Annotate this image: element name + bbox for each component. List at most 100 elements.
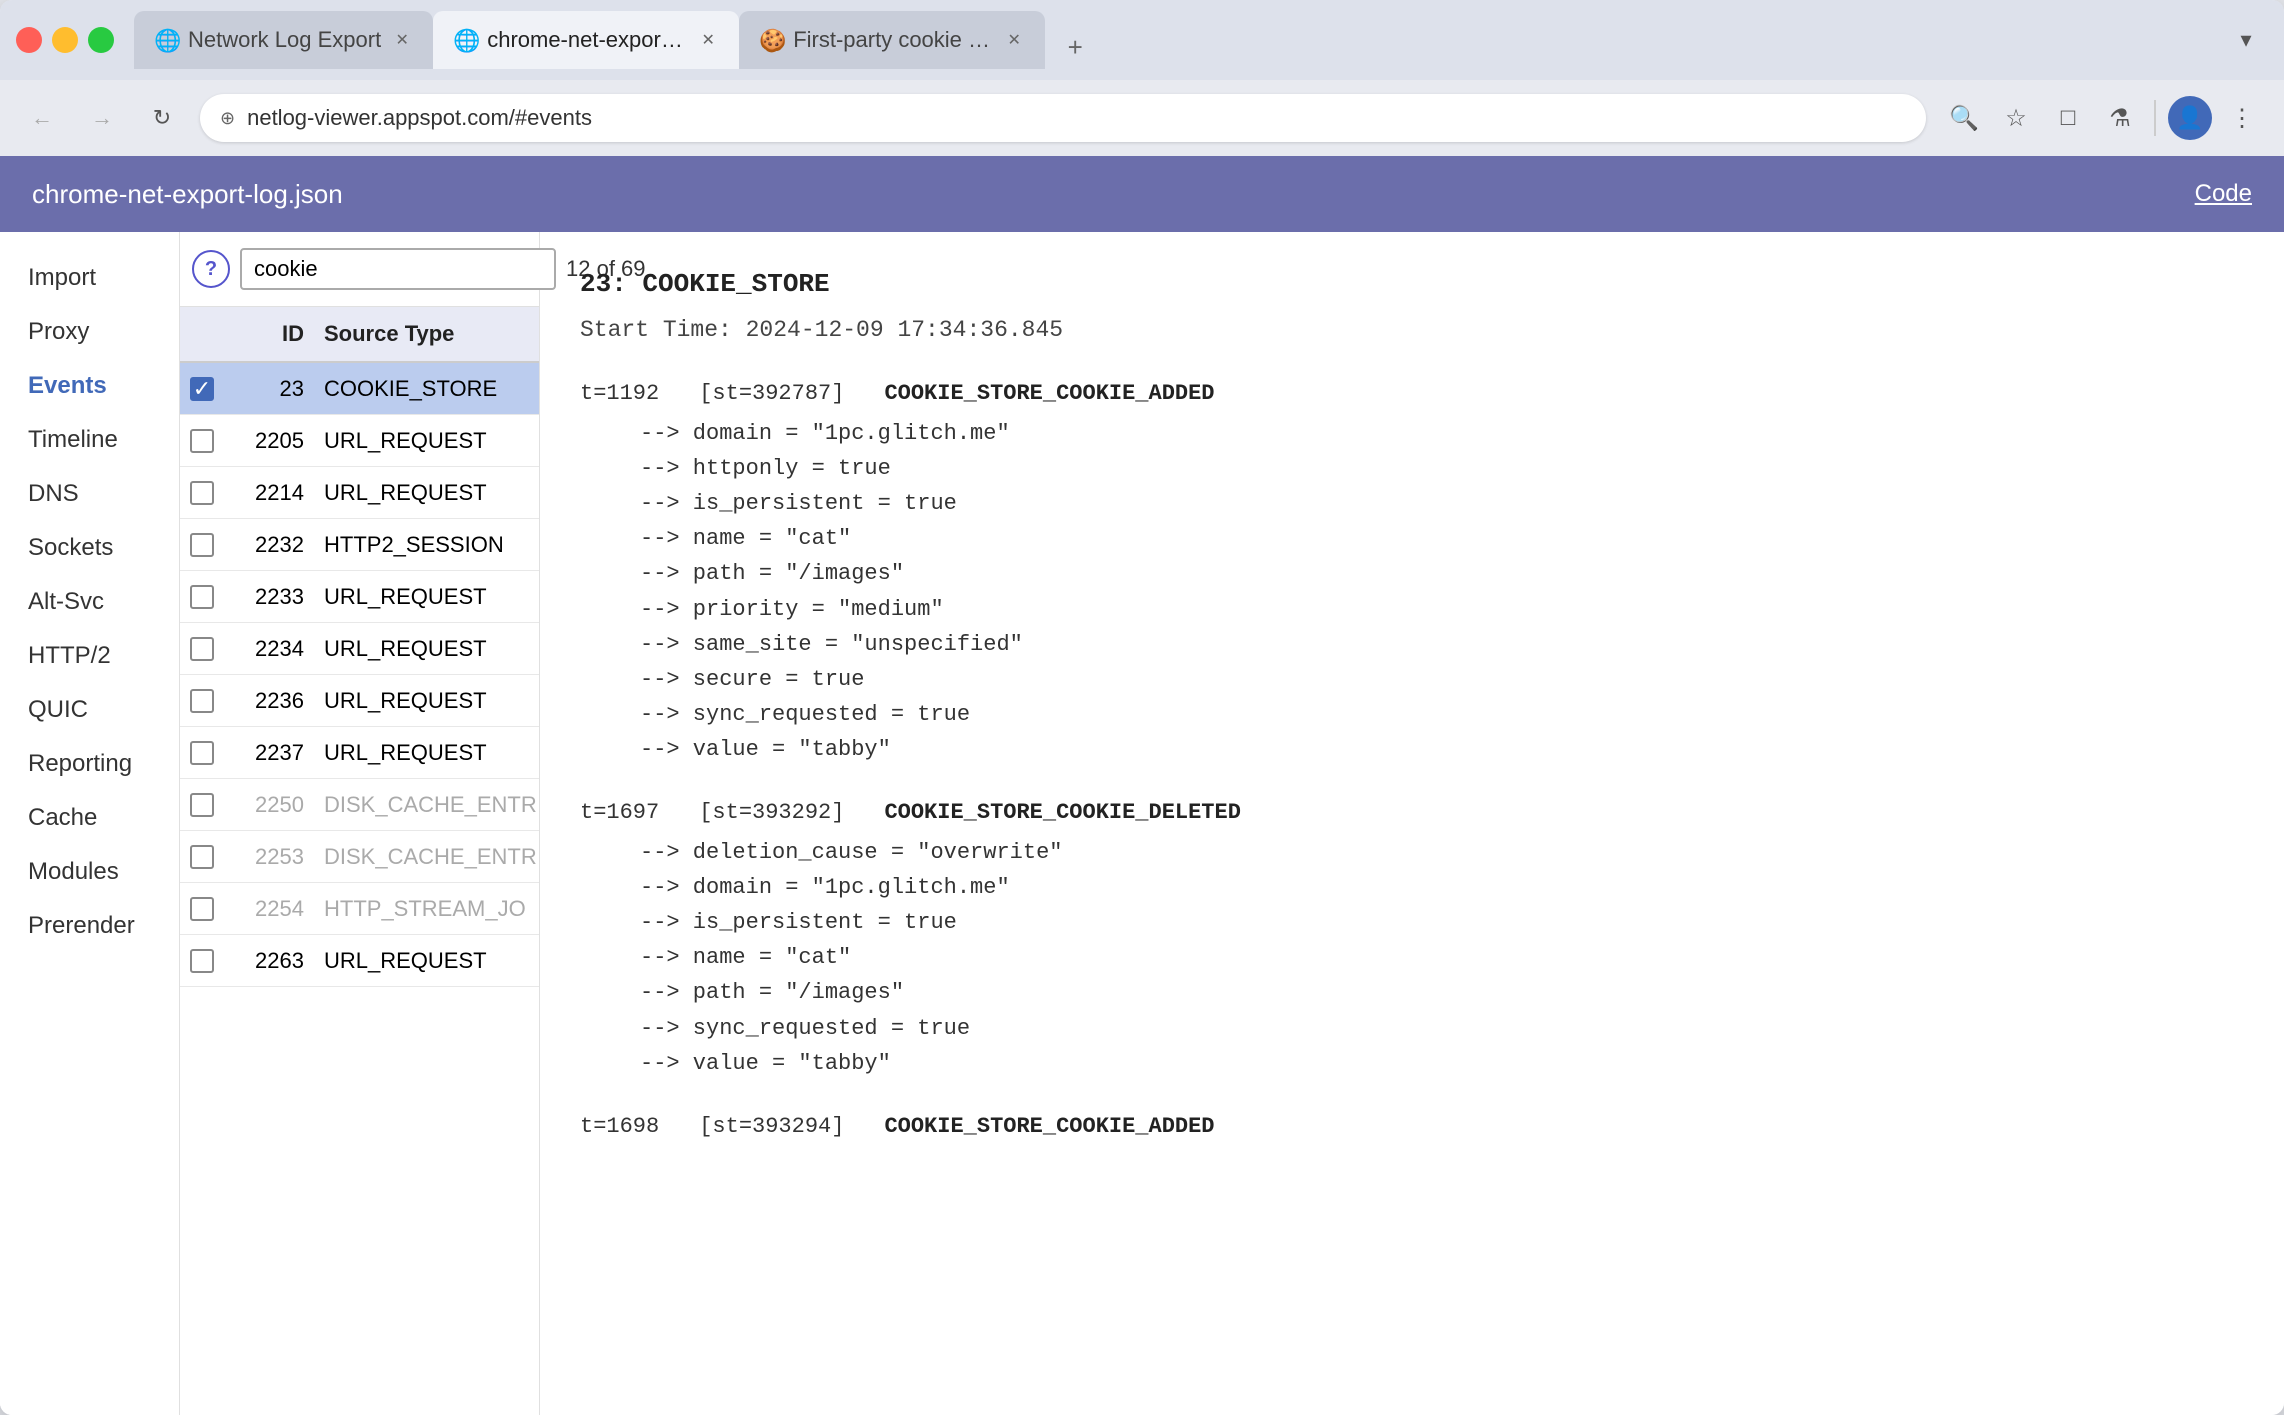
- table-row[interactable]: 2236 URL_REQUEST: [180, 675, 539, 727]
- sidebar-item-http2[interactable]: HTTP/2: [0, 630, 179, 682]
- row-checkbox[interactable]: ✓: [180, 371, 224, 407]
- title-bar: 🌐 Network Log Export ✕ 🌐 chrome-net-expo…: [0, 0, 2284, 80]
- row-type: URL_REQUEST: [314, 682, 539, 720]
- events-panel: ? 12 of 69 ID Source Type ✓ 23 COOKIE_ST…: [180, 232, 540, 1415]
- row-id: 2233: [224, 578, 314, 616]
- row-checkbox[interactable]: [180, 891, 224, 927]
- tab-2-close[interactable]: ✕: [697, 29, 719, 51]
- log-line: --> value = "tabby": [580, 732, 2244, 767]
- row-checkbox[interactable]: [180, 683, 224, 719]
- tab-3-close[interactable]: ✕: [1003, 29, 1025, 51]
- log-line: --> priority = "medium": [580, 592, 2244, 627]
- forward-button[interactable]: →: [80, 96, 124, 140]
- col-id: ID: [224, 317, 314, 351]
- table-row[interactable]: 2232 HTTP2_SESSION: [180, 519, 539, 571]
- log-line: --> domain = "1pc.glitch.me": [580, 416, 2244, 451]
- row-checkbox[interactable]: [180, 943, 224, 979]
- profile-button[interactable]: 👤: [2168, 96, 2212, 140]
- log-time-3: t=1698: [580, 1109, 659, 1144]
- tab-network-log-export[interactable]: 🌐 Network Log Export ✕: [134, 11, 433, 69]
- new-tab-button[interactable]: +: [1053, 25, 1097, 69]
- row-checkbox[interactable]: [180, 735, 224, 771]
- search-input[interactable]: [240, 248, 556, 290]
- sidebar-item-events[interactable]: Events: [0, 360, 179, 412]
- row-checkbox[interactable]: [180, 787, 224, 823]
- log-time-2: t=1697: [580, 795, 659, 830]
- table-row[interactable]: 2214 URL_REQUEST: [180, 467, 539, 519]
- log-line: --> value = "tabby": [580, 1046, 2244, 1081]
- log-line: --> is_persistent = true: [580, 905, 2244, 940]
- sidebar-item-prerender[interactable]: Prerender: [0, 900, 179, 952]
- row-checkbox[interactable]: [180, 631, 224, 667]
- log-event-1: COOKIE_STORE_COOKIE_ADDED: [884, 376, 1214, 411]
- log-line: --> name = "cat": [580, 521, 2244, 556]
- app-title: chrome-net-export-log.json: [32, 179, 2195, 210]
- row-type: HTTP2_SESSION: [314, 526, 539, 564]
- log-event-3: COOKIE_STORE_COOKIE_ADDED: [884, 1109, 1214, 1144]
- sidebar-item-quic[interactable]: QUIC: [0, 684, 179, 736]
- menu-button[interactable]: ⋮: [2220, 96, 2264, 140]
- table-row[interactable]: ✓ 23 COOKIE_STORE: [180, 363, 539, 415]
- tab-3-title: First-party cookie demo: [793, 27, 993, 53]
- row-checkbox[interactable]: [180, 839, 224, 875]
- table-row[interactable]: 2250 DISK_CACHE_ENTR: [180, 779, 539, 831]
- reload-button[interactable]: ↻: [140, 96, 184, 140]
- row-type: COOKIE_STORE: [314, 370, 539, 408]
- col-source-type: Source Type: [314, 317, 539, 351]
- table-row[interactable]: 2205 URL_REQUEST: [180, 415, 539, 467]
- row-checkbox[interactable]: [180, 423, 224, 459]
- tab-1-title: Network Log Export: [188, 27, 381, 53]
- table-header: ID Source Type: [180, 307, 539, 363]
- sidebar-item-alt-svc[interactable]: Alt-Svc: [0, 576, 179, 628]
- tab-dropdown-button[interactable]: ▾: [2224, 18, 2268, 62]
- table-row[interactable]: 2237 URL_REQUEST: [180, 727, 539, 779]
- sidebar-item-cache[interactable]: Cache: [0, 792, 179, 844]
- back-button[interactable]: ←: [20, 96, 64, 140]
- toolbar-divider: [2154, 100, 2156, 136]
- row-type: URL_REQUEST: [314, 942, 539, 980]
- row-id: 2253: [224, 838, 314, 876]
- toolbar-icons: 🔍 ☆ □ ⚗ 👤 ⋮: [1942, 96, 2264, 140]
- log-st-2: [st=393292]: [699, 795, 844, 830]
- code-link[interactable]: Code: [2195, 180, 2252, 208]
- log-line: --> sync_requested = true: [580, 697, 2244, 732]
- tab-2-favicon: 🌐: [453, 28, 477, 52]
- table-row[interactable]: 2263 URL_REQUEST: [180, 935, 539, 987]
- lab-icon[interactable]: ⚗: [2098, 96, 2142, 140]
- table-row[interactable]: 2254 HTTP_STREAM_JO: [180, 883, 539, 935]
- bookmark-icon[interactable]: ☆: [1994, 96, 2038, 140]
- log-line: --> sync_requested = true: [580, 1011, 2244, 1046]
- row-type: URL_REQUEST: [314, 422, 539, 460]
- sidebar-item-proxy[interactable]: Proxy: [0, 306, 179, 358]
- minimize-button[interactable]: [52, 27, 78, 53]
- row-type: HTTP_STREAM_JO: [314, 890, 539, 928]
- search-icon[interactable]: 🔍: [1942, 96, 1986, 140]
- row-checkbox[interactable]: [180, 527, 224, 563]
- sidebar-item-sockets[interactable]: Sockets: [0, 522, 179, 574]
- maximize-button[interactable]: [88, 27, 114, 53]
- sidebar-item-modules[interactable]: Modules: [0, 846, 179, 898]
- help-button[interactable]: ?: [192, 250, 230, 288]
- sidebar: Import Proxy Events Timeline DNS Sockets…: [0, 232, 180, 1415]
- row-type: DISK_CACHE_ENTR: [314, 838, 539, 876]
- tab-1-close[interactable]: ✕: [391, 29, 413, 51]
- table-row[interactable]: 2234 URL_REQUEST: [180, 623, 539, 675]
- table-row[interactable]: 2253 DISK_CACHE_ENTR: [180, 831, 539, 883]
- extension-icon[interactable]: □: [2046, 96, 2090, 140]
- sidebar-item-dns[interactable]: DNS: [0, 468, 179, 520]
- sidebar-item-import[interactable]: Import: [0, 252, 179, 304]
- table-row[interactable]: 2233 URL_REQUEST: [180, 571, 539, 623]
- close-button[interactable]: [16, 27, 42, 53]
- tab-net-export-log[interactable]: 🌐 chrome-net-export-log.json ✕: [433, 11, 739, 69]
- tab-cookie-demo[interactable]: 🍪 First-party cookie demo ✕: [739, 11, 1045, 69]
- sidebar-item-timeline[interactable]: Timeline: [0, 414, 179, 466]
- log-line: --> name = "cat": [580, 940, 2244, 975]
- detail-title: 23: COOKIE_STORE: [580, 264, 2244, 306]
- row-checkbox[interactable]: [180, 579, 224, 615]
- tabs-bar: 🌐 Network Log Export ✕ 🌐 chrome-net-expo…: [134, 11, 2212, 69]
- row-type: URL_REQUEST: [314, 734, 539, 772]
- row-checkbox[interactable]: [180, 475, 224, 511]
- sidebar-item-reporting[interactable]: Reporting: [0, 738, 179, 790]
- tab-2-title: chrome-net-export-log.json: [487, 27, 687, 53]
- address-input[interactable]: ⊕ netlog-viewer.appspot.com/#events: [200, 94, 1926, 142]
